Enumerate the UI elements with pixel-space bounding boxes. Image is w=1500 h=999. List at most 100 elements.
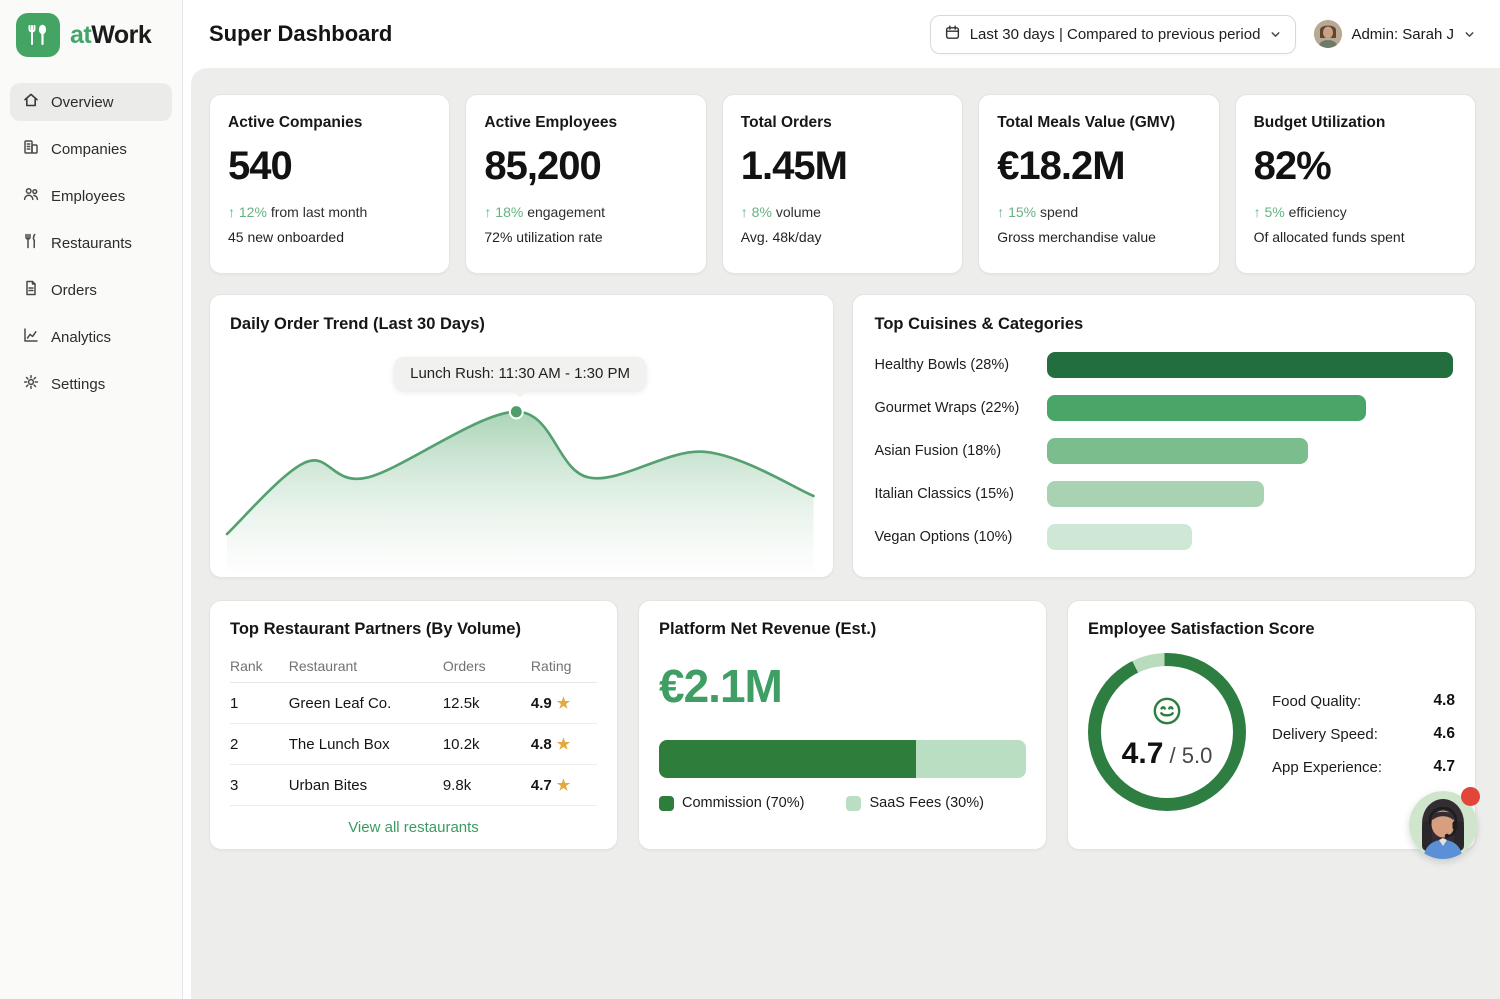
people-icon [22, 185, 40, 207]
support-chat-launcher[interactable] [1409, 791, 1477, 859]
sidebar-item-companies[interactable]: Companies [10, 130, 172, 168]
kpi-subtext: Of allocated funds spent [1254, 229, 1457, 245]
chevron-down-icon [1463, 28, 1476, 41]
sidebar-item-label: Companies [51, 141, 127, 158]
satisfaction-score: 4.7 / 5.0 [1122, 737, 1213, 771]
cuisine-label: Asian Fusion (18%) [875, 443, 1033, 459]
kpi-label: Total Meals Value (GMV) [997, 114, 1200, 132]
table-row: 1 Green Leaf Co. 12.5k 4.9★ [230, 683, 597, 724]
metric-row: Food Quality: 4.8 [1272, 692, 1455, 710]
top-cuisines-card: Top Cuisines & Categories Healthy Bowls … [852, 294, 1477, 578]
kpi-value: 85,200 [484, 144, 687, 189]
chevron-down-icon [1269, 28, 1282, 41]
sidebar-nav: Overview Companies Employees Restaurants… [0, 75, 182, 411]
sidebar-item-settings[interactable]: Settings [10, 365, 172, 403]
kpi-value: 540 [228, 144, 431, 189]
sidebar-item-employees[interactable]: Employees [10, 177, 172, 215]
saas-fees-segment [916, 740, 1026, 778]
sidebar-item-label: Settings [51, 376, 105, 393]
cuisine-label: Healthy Bowls (28%) [875, 357, 1033, 373]
sidebar-item-label: Overview [51, 94, 114, 111]
cuisine-bar [1047, 481, 1265, 507]
cuisine-label: Gourmet Wraps (22%) [875, 400, 1033, 416]
cuisines-title: Top Cuisines & Categories [875, 315, 1454, 334]
column-header-rank: Rank [230, 649, 289, 683]
sidebar-item-analytics[interactable]: Analytics [10, 318, 172, 356]
cuisine-bars: Healthy Bowls (28%) Gourmet Wraps (22%) … [875, 352, 1454, 550]
fork-spoon-logo-icon [16, 13, 60, 57]
sidebar-item-label: Employees [51, 188, 125, 205]
kpi-card-active-employees: Active Employees 85,200 ↑ 18% engagement… [465, 94, 706, 274]
satisfaction-metrics: Food Quality: 4.8 Delivery Speed: 4.6 Ap… [1272, 673, 1455, 791]
kpi-subtext: 45 new onboarded [228, 229, 431, 245]
kpi-subtext: 72% utilization rate [484, 229, 687, 245]
document-icon [22, 279, 40, 301]
cuisine-bar [1047, 395, 1367, 421]
cuisine-bar [1047, 352, 1454, 378]
satisfaction-title: Employee Satisfaction Score [1088, 620, 1455, 639]
kpi-subtext: Avg. 48k/day [741, 229, 944, 245]
kpi-row: Active Companies 540 ↑ 12% from last mon… [209, 94, 1476, 274]
revenue-stacked-bar [659, 740, 1026, 778]
line-chart-icon [22, 326, 40, 348]
trend-title: Daily Order Trend (Last 30 Days) [230, 315, 819, 334]
date-range-label: Last 30 days | Compared to previous peri… [970, 26, 1261, 43]
kpi-label: Total Orders [741, 114, 944, 132]
sidebar-item-orders[interactable]: Orders [10, 271, 172, 309]
topbar: Super Dashboard Last 30 days | Compared … [183, 0, 1500, 68]
app-logo: atWork [0, 0, 182, 75]
user-avatar [1314, 20, 1342, 48]
calendar-icon [944, 24, 961, 45]
view-all-restaurants-link[interactable]: View all restaurants [230, 819, 597, 836]
home-icon [22, 91, 40, 113]
sidebar-item-label: Orders [51, 282, 97, 299]
cuisine-row: Gourmet Wraps (22%) [875, 395, 1454, 421]
kpi-subtext: Gross merchandise value [997, 229, 1200, 245]
notification-badge [1461, 787, 1480, 806]
satisfaction-donut-chart: 4.7 / 5.0 [1088, 653, 1246, 811]
table-row: 2 The Lunch Box 10.2k 4.8★ [230, 724, 597, 765]
sidebar-item-overview[interactable]: Overview [10, 83, 172, 121]
kpi-value: 1.45M [741, 144, 944, 189]
star-icon: ★ [557, 736, 570, 753]
sidebar-item-restaurants[interactable]: Restaurants [10, 224, 172, 262]
star-icon: ★ [557, 777, 570, 794]
partners-table: Rank Restaurant Orders Rating 1 Green Le… [230, 649, 597, 806]
column-header-orders: Orders [443, 649, 531, 683]
cutlery-icon [22, 232, 40, 254]
dashboard-content: Active Companies 540 ↑ 12% from last mon… [191, 68, 1500, 999]
smiley-icon [1150, 694, 1184, 733]
top-restaurants-card: Top Restaurant Partners (By Volume) Rank… [209, 600, 618, 850]
star-icon: ★ [557, 695, 570, 712]
legend-swatch [846, 796, 861, 811]
buildings-icon [22, 138, 40, 160]
kpi-delta: ↑ 12% from last month [228, 204, 431, 220]
cuisine-row: Vegan Options (10%) [875, 524, 1454, 550]
cuisine-label: Italian Classics (15%) [875, 486, 1033, 502]
platform-revenue-card: Platform Net Revenue (Est.) €2.1M Commis… [638, 600, 1047, 850]
legend-swatch [659, 796, 674, 811]
peak-data-point[interactable] [510, 405, 523, 418]
date-range-selector[interactable]: Last 30 days | Compared to previous peri… [930, 15, 1297, 54]
daily-order-trend-card: Daily Order Trend (Last 30 Days) [209, 294, 834, 578]
app-name: atWork [70, 21, 151, 50]
trend-area-chart: Lunch Rush: 11:30 AM - 1:30 PM [224, 347, 819, 573]
column-header-rating: Rating [531, 649, 597, 683]
sidebar-item-label: Restaurants [51, 235, 132, 252]
commission-segment [659, 740, 916, 778]
revenue-value: €2.1M [659, 659, 1026, 713]
cuisine-bar [1047, 524, 1192, 550]
kpi-label: Budget Utilization [1254, 114, 1457, 132]
cuisine-label: Vegan Options (10%) [875, 529, 1033, 545]
user-menu[interactable]: Admin: Sarah J [1314, 20, 1476, 48]
revenue-legend: Commission (70%) SaaS Fees (30%) [659, 795, 1026, 811]
sidebar: atWork Overview Companies Employees Rest… [0, 0, 183, 999]
kpi-value: 82% [1254, 144, 1457, 189]
page-title: Super Dashboard [209, 21, 392, 47]
gear-icon [22, 373, 40, 395]
kpi-label: Active Companies [228, 114, 431, 132]
kpi-delta: ↑ 18% engagement [484, 204, 687, 220]
column-header-restaurant: Restaurant [289, 649, 443, 683]
cuisine-row: Asian Fusion (18%) [875, 438, 1454, 464]
kpi-value: €18.2M [997, 144, 1200, 189]
